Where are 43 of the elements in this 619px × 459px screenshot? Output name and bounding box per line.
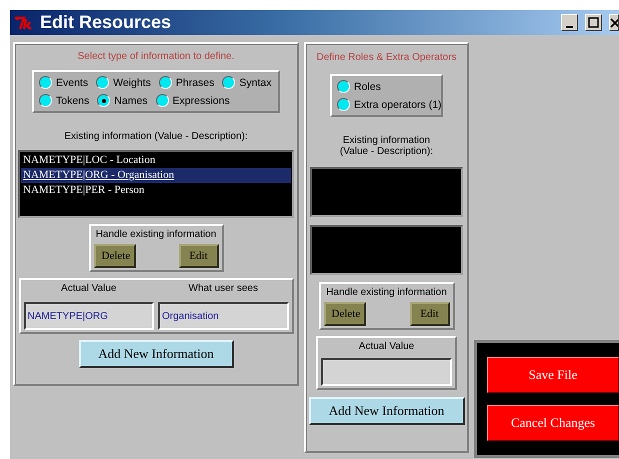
cancel-changes-button[interactable]: Cancel Changes	[487, 405, 619, 441]
panel-heading: Define Roles & Extra Operators	[316, 52, 457, 63]
list-item[interactable]: NAMETYPE|ORG - Organisation	[21, 168, 291, 183]
radio-option[interactable]: Names	[97, 94, 148, 107]
radio-option[interactable]: Expressions	[156, 94, 230, 107]
minimize-button[interactable]	[561, 14, 578, 31]
list-label: Existing information (Value - Description):	[338, 135, 434, 157]
delete-button[interactable]: Delete	[324, 302, 366, 326]
maximize-icon	[588, 17, 599, 28]
operators-list[interactable]	[310, 225, 463, 275]
edit-button[interactable]: Edit	[178, 244, 218, 268]
group-label: Handle existing information	[326, 287, 447, 298]
add-information-button[interactable]: Add New Information	[308, 397, 464, 425]
radio-option[interactable]: Events	[39, 76, 88, 89]
radio-option[interactable]: Syntax	[222, 76, 272, 89]
roles-list[interactable]	[310, 167, 463, 217]
radio-option[interactable]: Phrases	[158, 76, 214, 89]
list-item[interactable]: NAMETYPE|LOC - Location	[21, 153, 291, 168]
list-item[interactable]: NAMETYPE|PER - Person	[21, 183, 291, 198]
radio-option[interactable]: Tokens	[39, 94, 90, 107]
close-icon	[610, 17, 618, 28]
user-sees-field[interactable]: Organisation	[158, 302, 288, 330]
group-label: Handle existing information	[96, 229, 216, 240]
radio-option[interactable]: Weights	[96, 76, 151, 89]
add-information-button[interactable]: Add New Information	[78, 340, 234, 368]
radio-option[interactable]: Extra operators (1)	[337, 98, 442, 111]
panel-heading: Select type of information to define.	[78, 51, 234, 62]
field-label: Actual Value	[61, 283, 116, 294]
actual-value-field[interactable]	[321, 358, 452, 386]
information-list[interactable]: NAMETYPE|LOC - Location NAMETYPE|ORG - Organisation NAMETYPE|PER - Person	[18, 150, 294, 218]
radio-option[interactable]: Roles	[337, 80, 442, 93]
maximize-button[interactable]	[585, 14, 602, 31]
window-title: Edit Resources	[40, 12, 172, 33]
edit-button[interactable]: Edit	[410, 302, 450, 326]
field-label: Actual Value	[358, 341, 414, 352]
delete-button[interactable]: Delete	[94, 244, 136, 268]
app-logo-icon	[14, 16, 34, 30]
list-label: Existing information (Value - Description):	[64, 131, 248, 142]
actual-value-field[interactable]: NAMETYPE|ORG	[24, 302, 154, 330]
field-label: What user sees	[188, 283, 258, 294]
close-button[interactable]	[609, 14, 619, 31]
minimize-icon	[566, 26, 573, 28]
save-file-button[interactable]: Save File	[487, 357, 619, 393]
